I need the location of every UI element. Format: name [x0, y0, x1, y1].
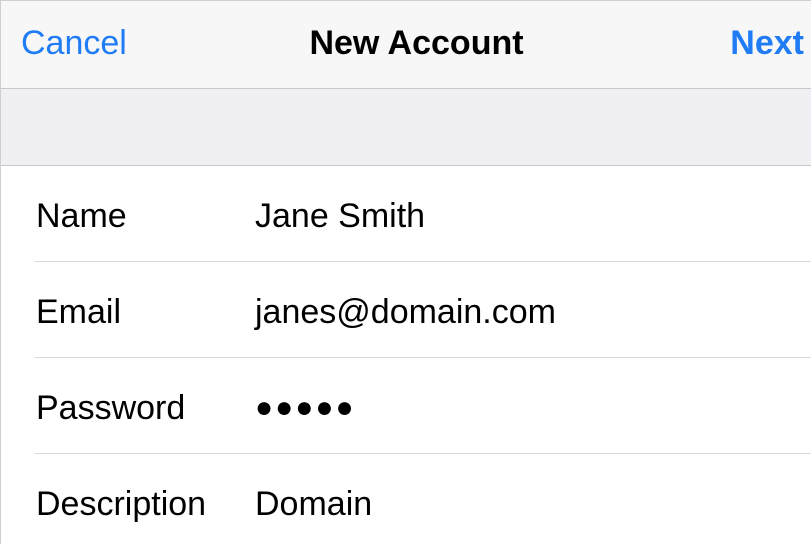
password-row[interactable]: Password ●●●●●: [1, 358, 811, 454]
page-title: New Account: [309, 24, 524, 62]
navigation-bar: Cancel New Account Next: [1, 1, 811, 89]
description-row[interactable]: Description Domain: [1, 454, 811, 544]
password-field[interactable]: ●●●●●: [255, 388, 356, 428]
email-field[interactable]: janes@domain.com: [255, 292, 556, 332]
name-label: Name: [36, 197, 127, 235]
email-row[interactable]: Email janes@domain.com: [1, 262, 811, 358]
description-label: Description: [36, 485, 207, 523]
password-label: Password: [36, 389, 186, 427]
account-form: Name Jane Smith Email janes@domain.com P…: [1, 166, 811, 544]
name-field[interactable]: Jane Smith: [255, 196, 425, 236]
email-label: Email: [36, 293, 122, 331]
new-account-screen: Cancel New Account Next Name Jane Smith …: [0, 0, 811, 544]
description-field[interactable]: Domain: [255, 484, 372, 524]
next-button[interactable]: Next: [730, 23, 804, 63]
section-header-spacer: [1, 89, 811, 166]
name-row[interactable]: Name Jane Smith: [1, 166, 811, 262]
